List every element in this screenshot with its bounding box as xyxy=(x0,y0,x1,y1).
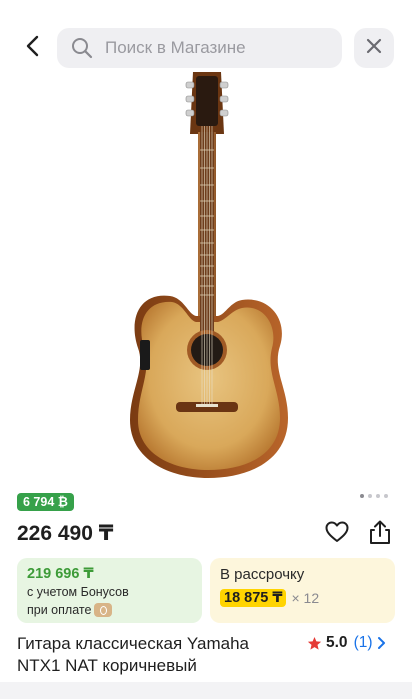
product-image-guitar[interactable] xyxy=(100,70,312,480)
pagination-dot[interactable] xyxy=(368,494,372,498)
share-button[interactable] xyxy=(366,520,394,548)
pagination-dot[interactable] xyxy=(384,494,388,498)
chevron-left-icon xyxy=(25,35,39,62)
back-button[interactable] xyxy=(14,30,50,66)
chevron-right-icon xyxy=(377,636,389,650)
rating-link[interactable]: 5.0 (1) xyxy=(307,634,389,652)
pagination-dot[interactable] xyxy=(376,494,380,498)
close-button[interactable] xyxy=(354,28,394,68)
favorite-button[interactable] xyxy=(323,520,351,548)
product-title: Гитара классическая Yamaha NTX1 NAT кори… xyxy=(17,634,249,675)
installment-months: × 12 xyxy=(291,590,320,606)
bonus-text-line2-row: при оплате xyxy=(27,602,192,618)
bonus-text-line1: с учетом Бонусов xyxy=(27,585,129,599)
bottom-divider xyxy=(0,682,412,699)
pagination-dot[interactable] xyxy=(360,494,364,498)
rating-value: 5.0 xyxy=(326,634,348,651)
share-icon xyxy=(368,519,392,550)
close-icon xyxy=(366,38,382,59)
bonus-badge: 6 794 ₿ xyxy=(17,493,74,511)
bonus-text-line2: при оплате xyxy=(27,603,92,617)
search-bar[interactable] xyxy=(57,28,342,68)
bonus-coin-icon xyxy=(94,602,113,617)
gallery-pagination[interactable] xyxy=(360,494,388,498)
heart-icon xyxy=(325,521,349,548)
star-icon xyxy=(307,636,322,651)
installment-card[interactable]: В рассрочку 18 875 ₸ × 12 xyxy=(210,558,395,623)
installment-title: В рассрочку xyxy=(220,566,305,583)
search-input[interactable] xyxy=(105,38,325,58)
installment-amount: 18 875 ₸ xyxy=(220,589,287,607)
search-icon xyxy=(71,36,95,60)
bonus-price: 219 696 ₸ xyxy=(27,566,94,582)
installment-row: 18 875 ₸ × 12 xyxy=(220,589,385,607)
review-count[interactable]: (1) xyxy=(354,634,373,652)
bonus-price-card[interactable]: 219 696 ₸ с учетом Бонусов при оплате xyxy=(17,558,202,623)
product-price: 226 490 ₸ xyxy=(17,522,114,545)
